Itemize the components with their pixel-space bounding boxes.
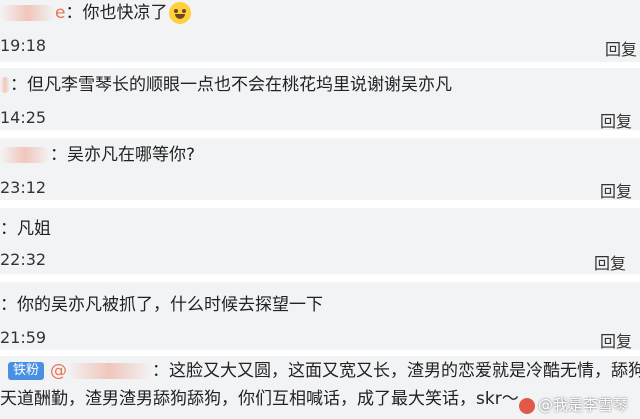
commenter-name[interactable]: @ [50,361,153,381]
reply-button[interactable]: 回复 [605,36,637,60]
comment-text-line: 铁粉 @ ：这脸又大又圆，这面又宽又长，渣男的恋爱就是冷酷无情，舔狗 [8,360,640,382]
comment-time: 14:25 [0,108,47,127]
comment-text: 吴亦凡在哪等你? [67,145,196,165]
commenter-name[interactable]: e [0,3,65,23]
comment-text-line: ：凡姐 [0,219,51,239]
comment-text: 这脸又大又圆，这面又宽又长，渣男的恋爱就是冷酷无情，舔狗 [169,361,640,381]
comment-time: 22:32 [0,250,47,269]
comment-time: 21:59 [0,328,47,347]
reply-button[interactable]: 回复 [600,328,632,350]
comment-item: ：但凡李雪琴长的顺眼一点也不会在桃花坞里说谢谢吴亦凡 14:25 回复 [0,68,640,130]
comment-text-line: ：但凡李雪琴长的顺眼一点也不会在桃花坞里说谢谢吴亦凡 [0,74,452,96]
comment-time: 23:12 [0,178,47,197]
comment-item: e：你也快凉了 19:18 回复 [0,0,640,62]
comment-item: ：吴亦凡在哪等你? 23:12 回复 [0,138,640,200]
comment-item: 铁粉 @ ：这脸又大又圆，这面又宽又长，渣男的恋爱就是冷酷无情，舔狗 天道酬勤，渣男… [0,356,640,419]
fan-badge: 铁粉 [8,362,45,380]
reply-button[interactable]: 回复 [594,250,626,274]
comment-text-line: ：吴亦凡在哪等你? [0,144,195,166]
comment-text: 你的吴亦凡被抓了，什么时候去探望一下 [17,295,323,315]
comment-text: 凡姐 [17,219,51,239]
comment-text: 天道酬勤，渣男渣男舔狗舔狗，你们互相喊话，成了最大笑话，skr～ [0,389,519,409]
laughing-crying-emoji-icon [169,2,192,24]
reply-button[interactable]: 回复 [600,108,632,130]
blurred-username [0,77,10,93]
weibo-logo-icon [518,397,535,414]
comment-text-line: 天道酬勤，渣男渣男舔狗舔狗，你们互相喊话，成了最大笑话，skr～ [0,388,519,410]
comment-text-line: ：你的吴亦凡被抓了，什么时候去探望一下 [0,295,323,315]
comment-item: ：凡姐 22:32 回复 [0,208,640,274]
comment-text-line: e：你也快凉了 [0,2,192,24]
blurred-username [67,363,153,379]
comment-time: 19:18 [0,36,47,55]
watermark: @我是李雪琴 [518,394,628,415]
comment-text: 你也快凉了 [82,3,168,23]
blurred-username [0,147,50,163]
blurred-username [0,5,55,21]
comment-item: ：你的吴亦凡被抓了，什么时候去探望一下 21:59 回复 [0,282,640,350]
reply-button[interactable]: 回复 [600,178,632,200]
comment-text: 但凡李雪琴长的顺眼一点也不会在桃花坞里说谢谢吴亦凡 [27,75,452,95]
